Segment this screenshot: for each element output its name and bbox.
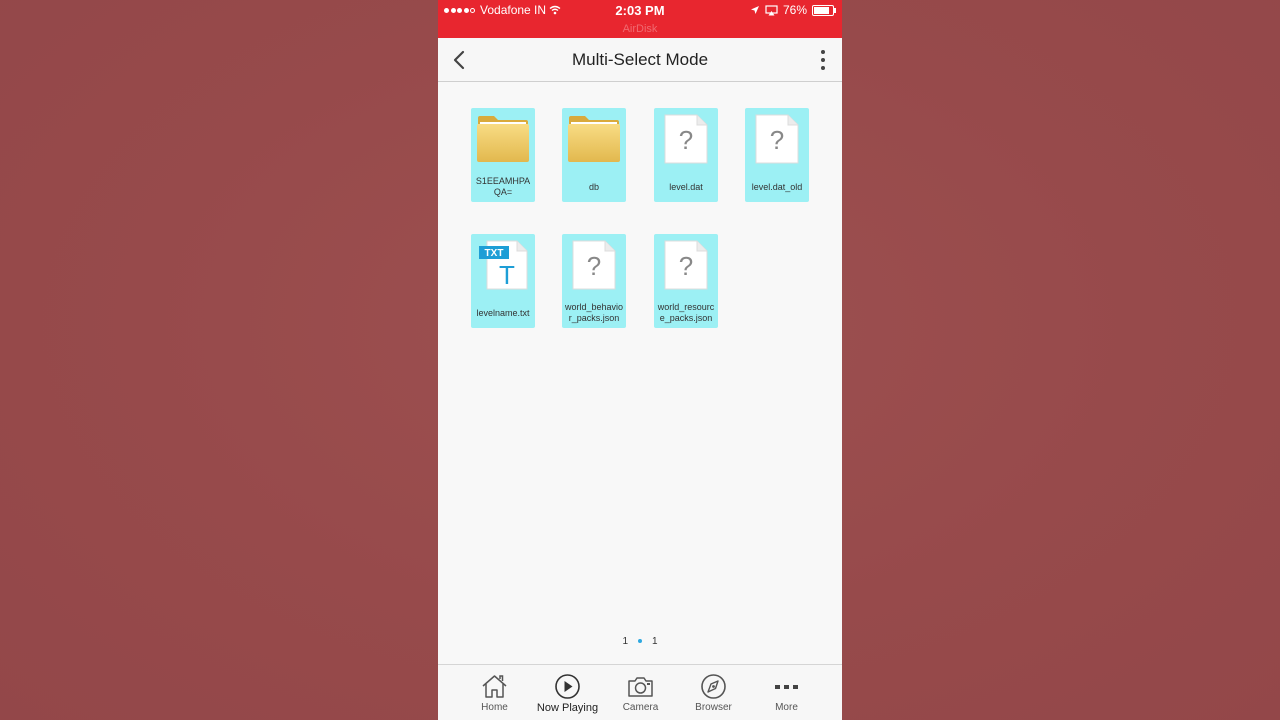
tab-camera[interactable]: Camera xyxy=(604,665,677,720)
battery-icon xyxy=(812,4,836,16)
svg-text:?: ? xyxy=(679,125,693,155)
file-tile-unknown[interactable]: ? world_behavio r_packs.json xyxy=(562,234,626,328)
folder-icon xyxy=(477,116,529,162)
file-name: db xyxy=(588,182,599,192)
unknown-file-icon: ? xyxy=(664,240,708,290)
compass-icon xyxy=(701,674,726,699)
battery-percent: 76% xyxy=(782,3,807,17)
more-vertical-icon[interactable] xyxy=(818,48,828,72)
page-dot xyxy=(638,639,642,644)
file-name: level.dat_old xyxy=(751,182,803,192)
tab-bar: Home Now Playing Camera Browser More xyxy=(438,664,842,720)
home-icon xyxy=(482,675,507,698)
more-horizontal-icon xyxy=(775,685,798,689)
svg-text:?: ? xyxy=(770,125,784,155)
file-tile-txt[interactable]: TXT T levelname.txt xyxy=(471,234,535,328)
camera-icon xyxy=(628,677,653,697)
page-total: 1 xyxy=(652,636,658,647)
tab-label: Camera xyxy=(622,702,659,713)
txt-glyph: T xyxy=(499,260,515,290)
file-tile-unknown[interactable]: ? level.dat_old xyxy=(745,108,809,202)
page-current: 1 xyxy=(622,636,628,647)
background-app-hint: AirDisk xyxy=(622,23,658,35)
unknown-file-icon: ? xyxy=(572,240,616,290)
txt-file-icon: TXT T xyxy=(479,240,528,290)
tab-home[interactable]: Home xyxy=(458,665,531,720)
file-name: levelname.txt xyxy=(476,308,530,318)
tab-label: Browser xyxy=(695,702,732,713)
location-arrow-icon xyxy=(750,6,759,14)
navigation-bar: Multi-Select Mode xyxy=(438,38,842,82)
file-name-cont: r_packs.json xyxy=(568,313,620,323)
tab-label: Now Playing xyxy=(536,702,599,714)
txt-badge: TXT xyxy=(485,248,504,259)
play-circle-icon xyxy=(555,674,580,699)
status-right: 76% xyxy=(750,3,836,17)
svg-text:?: ? xyxy=(587,251,601,281)
file-name-cont: e_packs.json xyxy=(659,313,713,323)
svg-text:?: ? xyxy=(679,251,693,281)
file-tile-unknown[interactable]: ? world_resourc e_packs.json xyxy=(654,234,718,328)
file-name: level.dat xyxy=(669,182,703,192)
file-name: S1EEAMHPA xyxy=(475,176,531,186)
unknown-file-icon: ? xyxy=(755,114,799,164)
tab-label: More xyxy=(775,702,798,713)
airplay-icon xyxy=(765,4,778,15)
file-name: world_resourc xyxy=(657,302,715,312)
tab-more[interactable]: More xyxy=(750,665,823,720)
status-bar: Vodafone IN 2:03 PM AirDisk 76% xyxy=(438,0,842,38)
tab-now-playing[interactable]: Now Playing xyxy=(531,665,604,720)
unknown-file-icon: ? xyxy=(664,114,708,164)
file-name-cont: QA= xyxy=(493,187,513,197)
file-tile-unknown[interactable]: ? level.dat xyxy=(654,108,718,202)
phone-screen: Vodafone IN 2:03 PM AirDisk 76% Multi-Se xyxy=(438,0,842,720)
page-indicator: 11 xyxy=(438,636,842,647)
folder-icon xyxy=(568,116,620,162)
file-tile-folder[interactable]: S1EEAMHPA QA= xyxy=(471,108,535,202)
file-tile-folder[interactable]: db xyxy=(562,108,626,202)
tab-browser[interactable]: Browser xyxy=(677,665,750,720)
tab-label: Home xyxy=(481,702,508,713)
file-name: world_behavio xyxy=(564,302,624,312)
page-title: Multi-Select Mode xyxy=(571,50,709,69)
